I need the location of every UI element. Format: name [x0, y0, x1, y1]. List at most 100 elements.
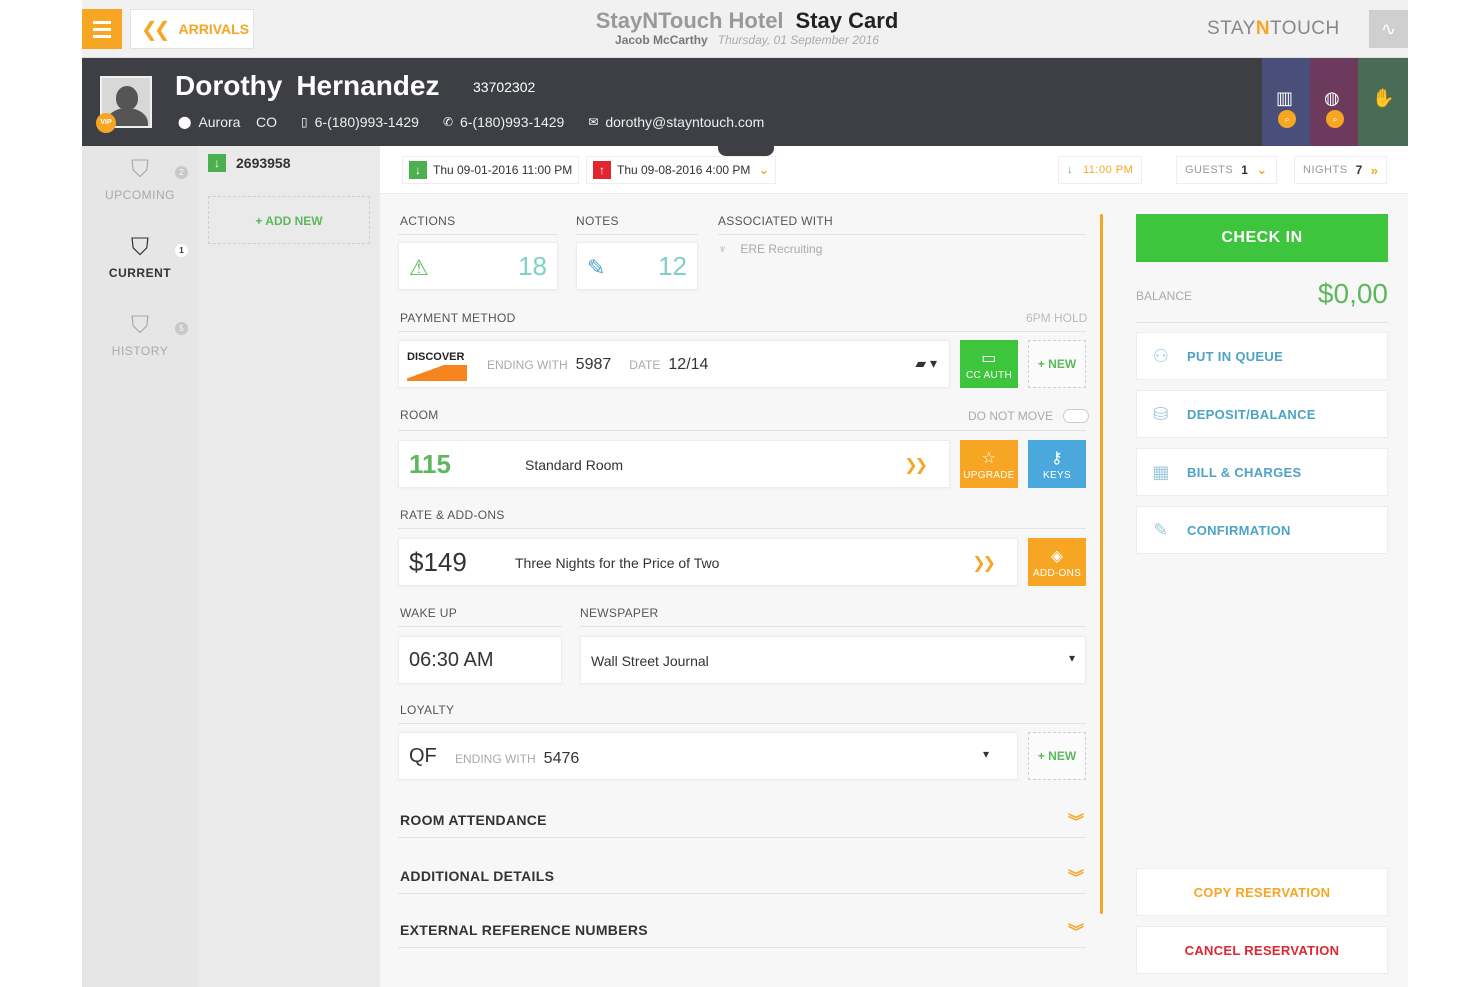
pen-icon: ✎ [1153, 519, 1169, 540]
nav-upcoming-count: 2 [175, 166, 188, 179]
arrival-time-pill[interactable]: ↓ 11:00 PM [1058, 156, 1143, 184]
divider [718, 234, 1086, 235]
arrival-date-pill[interactable]: ↓ Thu 09-01-2016 11:00 PM [402, 156, 580, 184]
rate-label: RATE & ADD-ONS [400, 508, 505, 522]
brand-text-post: TOUCH [1270, 18, 1340, 39]
nights-pill[interactable]: NIGHTS 7 » [1294, 156, 1388, 184]
add-payment-button[interactable]: + NEW [1028, 340, 1086, 388]
actions-count: 18 [518, 251, 547, 281]
wake-up-field[interactable]: 06:30 AM [398, 636, 562, 684]
hamburger-icon[interactable] [82, 9, 122, 49]
divider [1136, 322, 1388, 323]
arrow-down-icon: ↓ [409, 161, 427, 179]
nights-count: 7 [1355, 163, 1363, 177]
search-icon: ⌕ [1326, 110, 1344, 128]
coins-icon: ⛁ [1153, 403, 1169, 424]
rate-name: Three Nights for the Price of Two [515, 555, 720, 571]
key-icon: ⚷ [1050, 450, 1064, 467]
associated-item[interactable]: ♆ ERE Recruiting [718, 242, 822, 256]
double-chevron-down-icon: ︾ [1067, 924, 1084, 941]
warning-icon: ⚠ [409, 255, 429, 280]
room-attendance-title: ROOM ATTENDANCE [400, 812, 547, 828]
room-type: Standard Room [525, 457, 624, 473]
nav-current[interactable]: ⛉ CURRENT 1 [82, 234, 198, 282]
actions-card[interactable]: ⚠ 18 [398, 242, 558, 290]
external-references-section[interactable]: EXTERNAL REFERENCE NUMBERS ︾ [398, 908, 1086, 948]
guest-name[interactable]: Dorothy Hernandez [175, 70, 439, 102]
card-swipe-dropdown[interactable]: ▰ ▾ [915, 355, 937, 372]
departure-date: Thu 09-08-2016 4:00 PM [617, 163, 751, 177]
arrivals-back-button[interactable]: ❮❮ ARRIVALS [130, 9, 254, 49]
travel-agent-tile[interactable]: ◍ ⌕ [1310, 58, 1358, 146]
rate-card[interactable]: $149 Three Nights for the Price of Two ❯… [398, 538, 1018, 586]
guest-first-name: Dorothy [175, 70, 283, 101]
copy-reservation-button[interactable]: COPY RESERVATION [1136, 868, 1388, 916]
group-tile[interactable]: ✋ [1358, 58, 1408, 146]
double-chevron-left-icon: ❮❮ [141, 18, 170, 41]
building-icon: ▥ [1276, 88, 1294, 108]
double-chevron-right-icon: ❯❯ [904, 457, 928, 474]
loyalty-select[interactable]: QF ENDING WITH 5476 ▾ [398, 732, 1018, 780]
activity-icon[interactable]: ∿ [1369, 10, 1408, 48]
cancel-reservation-button[interactable]: CANCEL RESERVATION [1136, 926, 1388, 974]
timeline-divider [1100, 214, 1103, 914]
keys-button[interactable]: ⚷ KEYS [1028, 440, 1086, 488]
room-card[interactable]: 115 Standard Room ❯❯ [398, 440, 950, 488]
room-attendance-section[interactable]: ROOM ATTENDANCE ︾ [398, 798, 1086, 838]
departure-date-pill[interactable]: ↑ Thu 09-08-2016 4:00 PM ⌄ [586, 156, 777, 184]
arrow-up-icon: ↑ [593, 161, 611, 179]
hold-label: 6PM HOLD [1026, 311, 1088, 325]
toggle-switch[interactable] [1063, 409, 1090, 423]
date-value: 12/14 [668, 356, 709, 373]
add-new-reservation-button[interactable]: + ADD NEW [208, 196, 370, 244]
chevron-down-icon: ⌄ [758, 162, 770, 177]
divider [398, 626, 562, 627]
add-ons-button[interactable]: ◈ ADD-ONS [1028, 538, 1086, 586]
newspaper-select[interactable]: Wall Street Journal ▾ [580, 636, 1086, 684]
company-card-tile[interactable]: ▥ ⌕ [1262, 58, 1310, 146]
deposit-balance-button[interactable]: ⛁ DEPOSIT/BALANCE [1136, 390, 1388, 438]
payment-card[interactable]: DISCOVER ENDING WITH 5987 DATE 12/14 ▰ ▾ [398, 340, 950, 388]
room-label: ROOM [400, 408, 439, 422]
mobile-phone-icon: ▯ [301, 115, 308, 129]
upgrade-button[interactable]: ☆ UPGRADE [960, 440, 1018, 488]
package-icon: ◈ [1050, 548, 1064, 565]
caret-down-icon: ▾ [1068, 651, 1075, 665]
guest-mobile[interactable]: 6-(180)993-1429 [315, 114, 419, 130]
divider [580, 626, 1086, 627]
cc-auth-button[interactable]: ▭ CC AUTH [960, 340, 1018, 388]
put-in-queue-label: PUT IN QUEUE [1187, 348, 1284, 364]
add-loyalty-button[interactable]: + NEW [1028, 732, 1086, 780]
bill-charges-button[interactable]: ▦ BILL & CHARGES [1136, 448, 1388, 496]
divider [398, 430, 1086, 431]
confirmation-button[interactable]: ✎ CONFIRMATION [1136, 506, 1388, 554]
upgrade-label: UPGRADE [963, 470, 1015, 481]
additional-details-section[interactable]: ADDITIONAL DETAILS ︾ [398, 854, 1086, 894]
divider [398, 723, 1086, 724]
wake-up-label: WAKE UP [400, 606, 457, 620]
check-in-button[interactable]: CHECK IN [1136, 214, 1388, 262]
divider [576, 234, 698, 235]
guest-phone[interactable]: 6-(180)993-1429 [460, 114, 564, 130]
arrow-down-icon: ↓ [1067, 164, 1073, 176]
search-icon: ⌕ [1278, 110, 1296, 128]
associated-value: ERE Recruiting [740, 242, 823, 256]
nav-upcoming[interactable]: ⛉ UPCOMING 2 [82, 156, 198, 204]
balance-label: BALANCE [1136, 289, 1193, 303]
divider [398, 331, 1086, 332]
guests-pill[interactable]: GUESTS 1 ⌄ [1176, 156, 1277, 184]
do-not-move-toggle[interactable]: DO NOT MOVE [968, 409, 1090, 423]
stay-history-nav: ⛉ UPCOMING 2 ⛉ CURRENT 1 ⛉ HISTORY 5 [82, 146, 198, 987]
stay-card-main: ↓ Thu 09-01-2016 11:00 PM ↑ Thu 09-08-20… [380, 146, 1408, 987]
chevron-down-icon: ⌄ [1256, 162, 1268, 177]
actions-label: ACTIONS [400, 214, 456, 228]
notes-card[interactable]: ✎ 12 [576, 242, 698, 290]
pin-icon: ✎ [587, 255, 606, 280]
newspaper-label: NEWSPAPER [580, 606, 659, 620]
put-in-queue-button[interactable]: ⚇ PUT IN QUEUE [1136, 332, 1388, 380]
reservation-item[interactable]: ↓ 2693958 [208, 154, 291, 172]
handshake-icon: ✋ [1372, 88, 1395, 108]
page-title: StayNTouch Hotel Stay Card [592, 8, 902, 34]
guest-email[interactable]: dorothy@stayntouch.com [605, 114, 764, 130]
nav-history[interactable]: ⛉ HISTORY 5 [82, 312, 198, 360]
